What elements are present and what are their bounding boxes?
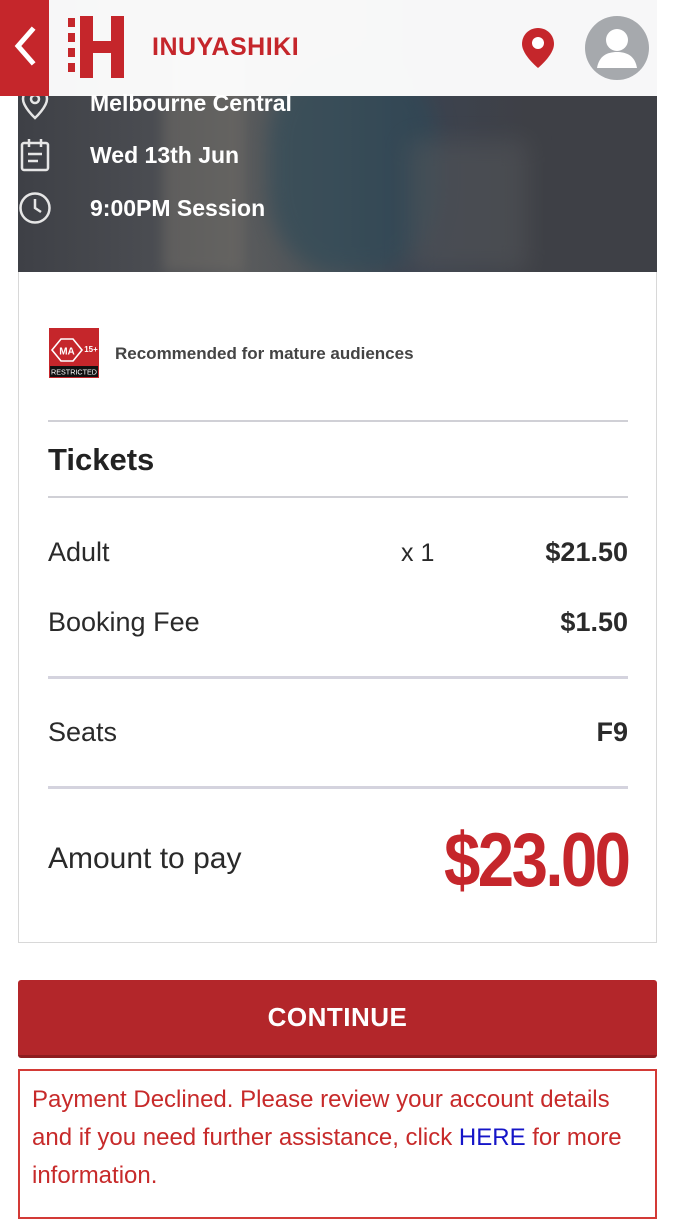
- divider: [48, 786, 628, 789]
- rating-age: 15+: [84, 345, 98, 354]
- date-row: Wed 13th Jun: [18, 138, 239, 172]
- rating-code: MA: [59, 347, 75, 358]
- tickets-heading: Tickets: [48, 442, 155, 477]
- amount-to-pay-value: $23.00: [443, 818, 631, 903]
- booking-summary-card: MA 15+ RESTRICTED Recommended for mature…: [18, 272, 657, 943]
- back-button[interactable]: [0, 0, 49, 96]
- seats-label: Seats: [48, 717, 118, 747]
- rating-restricted-label: RESTRICTED: [51, 368, 97, 377]
- cinema-logo: [68, 16, 124, 78]
- time-row: 9:00PM Session: [18, 191, 265, 225]
- clock-icon: [18, 191, 52, 225]
- rating-description: Recommended for mature audiences: [115, 344, 414, 363]
- divider: [48, 676, 628, 679]
- ticket-quantity: x 1: [401, 539, 435, 567]
- seats-value: F9: [596, 717, 628, 747]
- session-time: 9:00PM Session: [90, 194, 266, 221]
- location-pin-icon[interactable]: [520, 26, 556, 75]
- help-link[interactable]: HERE: [459, 1124, 526, 1151]
- payment-error-message: Payment Declined. Please review your acc…: [18, 1069, 657, 1219]
- booking-fee-label: Booking Fee: [48, 607, 200, 637]
- amount-to-pay-label: Amount to pay: [48, 842, 242, 875]
- continue-button[interactable]: CONTINUE: [18, 980, 657, 1058]
- calendar-icon: [18, 138, 52, 172]
- movie-title: INUYASHIKI: [152, 33, 300, 61]
- ticket-price: $21.50: [545, 537, 628, 567]
- user-avatar-icon[interactable]: [585, 16, 649, 80]
- divider: [48, 420, 628, 422]
- chevron-left-icon: [12, 25, 38, 71]
- ticket-type-label: Adult: [48, 537, 110, 567]
- session-date: Wed 13th Jun: [90, 141, 240, 168]
- top-header: INUYASHIKI: [0, 0, 675, 96]
- divider: [48, 496, 628, 498]
- rating-badge: MA 15+ RESTRICTED: [49, 328, 99, 378]
- booking-fee-price: $1.50: [560, 607, 628, 637]
